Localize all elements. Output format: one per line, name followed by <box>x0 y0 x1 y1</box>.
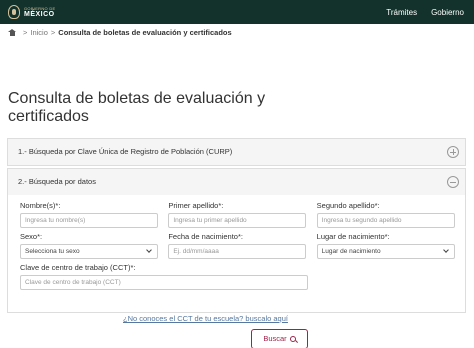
chevron-down-icon <box>146 247 152 254</box>
breadcrumb-separator: > <box>50 28 56 37</box>
search-by-data-form: Nombre(s)*: Ingresa tu nombre(s) Primer … <box>7 194 466 348</box>
fecha-nacimiento-placeholder: Ej. dd/mm/aaaa <box>173 247 219 255</box>
primer-apellido-input[interactable]: Ingresa tu primer apellido <box>168 212 307 228</box>
lugar-nacimiento-value: Lugar de nacimiento <box>321 247 381 255</box>
search-icon <box>289 335 296 342</box>
collapse-minus-icon[interactable] <box>447 175 459 188</box>
home-icon[interactable] <box>8 29 16 36</box>
panel-curp[interactable]: 1.- Búsqueda por Clave Única de Registro… <box>7 137 466 166</box>
segundo-apellido-label: Segundo apellido*: <box>316 200 380 210</box>
cct-label: Clave de centro de trabajo (CCT)*: <box>20 262 136 272</box>
primer-apellido-label: Primer apellido*: <box>168 200 224 210</box>
panel-curp-label: 1.- Búsqueda por Clave Única de Registro… <box>18 147 233 157</box>
nav-tramites[interactable]: Trámites <box>386 8 417 17</box>
page-title: Consulta de boletas de evaluación y cert… <box>8 90 266 125</box>
logo-big-text: MÉXICO <box>24 10 55 18</box>
breadcrumb-inicio[interactable]: Inicio <box>30 28 48 37</box>
gobierno-de-mexico-logo[interactable]: GOBIERNO DE MÉXICO <box>8 5 56 19</box>
breadcrumb: > Inicio > Consulta de boletas de evalua… <box>0 24 474 38</box>
top-navbar: GOBIERNO DE MÉXICO Trámites Gobierno <box>0 0 474 24</box>
fecha-nacimiento-input[interactable]: Ej. dd/mm/aaaa <box>168 243 307 259</box>
primer-apellido-placeholder: Ingresa tu primer apellido <box>173 216 247 224</box>
main-nav: Trámites Gobierno <box>386 8 464 17</box>
chevron-down-icon <box>442 247 449 254</box>
sexo-select[interactable]: Selecciona tu sexo <box>20 243 158 259</box>
sexo-label: Sexo*: <box>20 231 43 241</box>
sexo-value: Selecciona tu sexo <box>25 247 80 255</box>
segundo-apellido-placeholder: Ingresa tu segundo apellido <box>321 216 402 224</box>
search-button[interactable]: Buscar <box>251 328 308 348</box>
mexico-seal-icon <box>8 5 20 19</box>
cct-input[interactable]: Clave de centro de trabajo (CCT) <box>20 274 308 290</box>
breadcrumb-current: Consulta de boletas de evaluación y cert… <box>58 28 232 37</box>
expand-plus-icon[interactable] <box>447 145 459 158</box>
cct-search-link[interactable]: ¿No conoces el CCT de tu escuela? buscal… <box>123 314 288 323</box>
nombres-label: Nombre(s)*: <box>20 200 61 210</box>
panel-datos-label: 2.- Búsqueda por datos <box>18 177 96 187</box>
nombres-input[interactable]: Ingresa tu nombre(s) <box>20 212 158 228</box>
cct-placeholder: Clave de centro de trabajo (CCT) <box>25 278 121 286</box>
breadcrumb-separator: > <box>23 28 28 37</box>
fecha-nacimiento-label: Fecha de nacimiento*: <box>168 231 243 241</box>
lugar-nacimiento-label: Lugar de nacimiento*: <box>316 231 390 241</box>
segundo-apellido-input[interactable]: Ingresa tu segundo apellido <box>316 212 455 228</box>
lugar-nacimiento-select[interactable]: Lugar de nacimiento <box>316 243 455 259</box>
nombres-placeholder: Ingresa tu nombre(s) <box>25 216 86 224</box>
panel-datos[interactable]: 2.- Búsqueda por datos <box>7 167 466 195</box>
nav-gobierno[interactable]: Gobierno <box>431 8 464 17</box>
search-button-label: Buscar <box>263 334 287 344</box>
